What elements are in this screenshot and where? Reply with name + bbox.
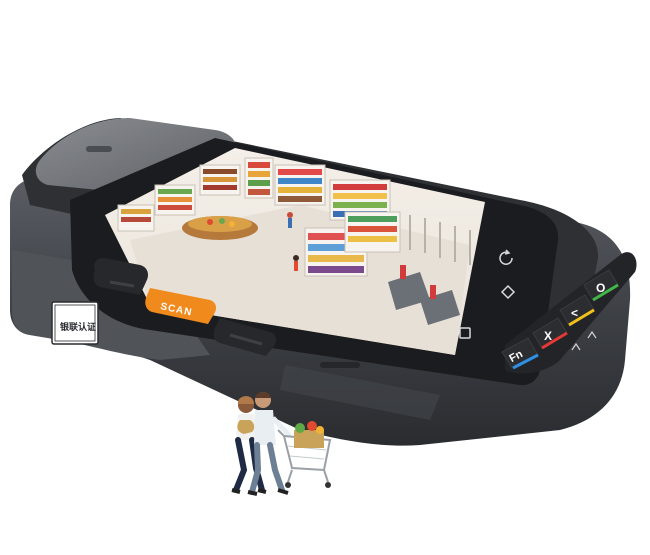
badge-label: 银联认证 xyxy=(60,321,96,332)
certification-badge: 银联认证 xyxy=(51,301,99,345)
back-key-label: < xyxy=(571,306,578,320)
speaker-slot xyxy=(86,146,112,152)
product-photo: Fn X < O SCAN 银联认证 xyxy=(10,118,637,496)
ok-key-label: O xyxy=(596,281,605,295)
pos-terminal: Fn X < O SCAN 银联认证 xyxy=(10,118,637,446)
shopper-figure xyxy=(287,212,293,218)
cancel-key-label: X xyxy=(544,329,552,343)
